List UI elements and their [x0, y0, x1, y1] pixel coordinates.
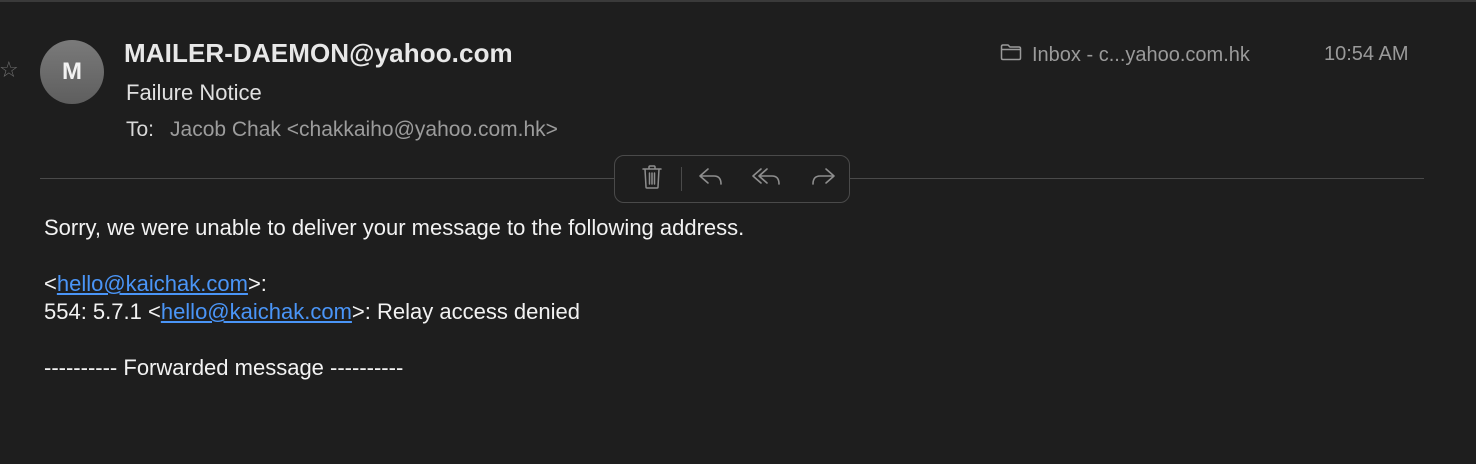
toolbar-separator	[681, 167, 682, 191]
mailbox-label: Inbox - c...yahoo.com.hk	[1032, 43, 1250, 66]
forward-icon	[809, 166, 837, 193]
avatar-initial: M	[62, 58, 82, 85]
reply-icon	[697, 166, 725, 193]
reply-button[interactable]	[690, 163, 732, 195]
body-intro: Sorry, we were unable to deliver your me…	[44, 215, 745, 240]
recipient-row: To: Jacob Chak <chakkaiho@yahoo.com.hk>	[126, 118, 558, 142]
folder-icon	[1000, 43, 1022, 67]
body-address-line: <hello@kaichak.com>:	[44, 270, 744, 298]
star-icon[interactable]: ☆	[0, 58, 19, 84]
delete-button[interactable]	[631, 163, 673, 195]
bracket-close: >:	[247, 271, 267, 296]
subject-line: Failure Notice	[126, 80, 262, 105]
forwarded-header: ---------- Forwarded message ----------	[44, 355, 404, 380]
reply-all-button[interactable]	[746, 163, 788, 195]
message-action-toolbar	[614, 155, 850, 203]
to-label: To:	[126, 118, 155, 141]
body-error-line: 554: 5.7.1 <hello@kaichak.com>: Relay ac…	[44, 298, 744, 326]
recipient-address[interactable]: Jacob Chak <chakkaiho@yahoo.com.hk>	[170, 118, 558, 142]
received-time: 10:54 AM	[1324, 43, 1409, 65]
email-link[interactable]: hello@kaichak.com	[57, 271, 248, 296]
message-body: Sorry, we were unable to deliver your me…	[44, 214, 744, 382]
error-code: 554: 5.7.1 <	[44, 299, 161, 324]
window-top-border	[0, 0, 1476, 2]
error-text: >: Relay access denied	[351, 299, 580, 324]
trash-icon	[640, 164, 664, 195]
avatar: M	[40, 40, 104, 104]
reply-all-icon	[751, 166, 783, 193]
email-link[interactable]: hello@kaichak.com	[161, 299, 352, 324]
forward-button[interactable]	[802, 163, 844, 195]
bracket-open: <	[44, 271, 57, 296]
mailbox-indicator[interactable]: Inbox - c...yahoo.com.hk	[1000, 43, 1250, 67]
sender-address[interactable]: MAILER-DAEMON@yahoo.com	[124, 38, 513, 69]
